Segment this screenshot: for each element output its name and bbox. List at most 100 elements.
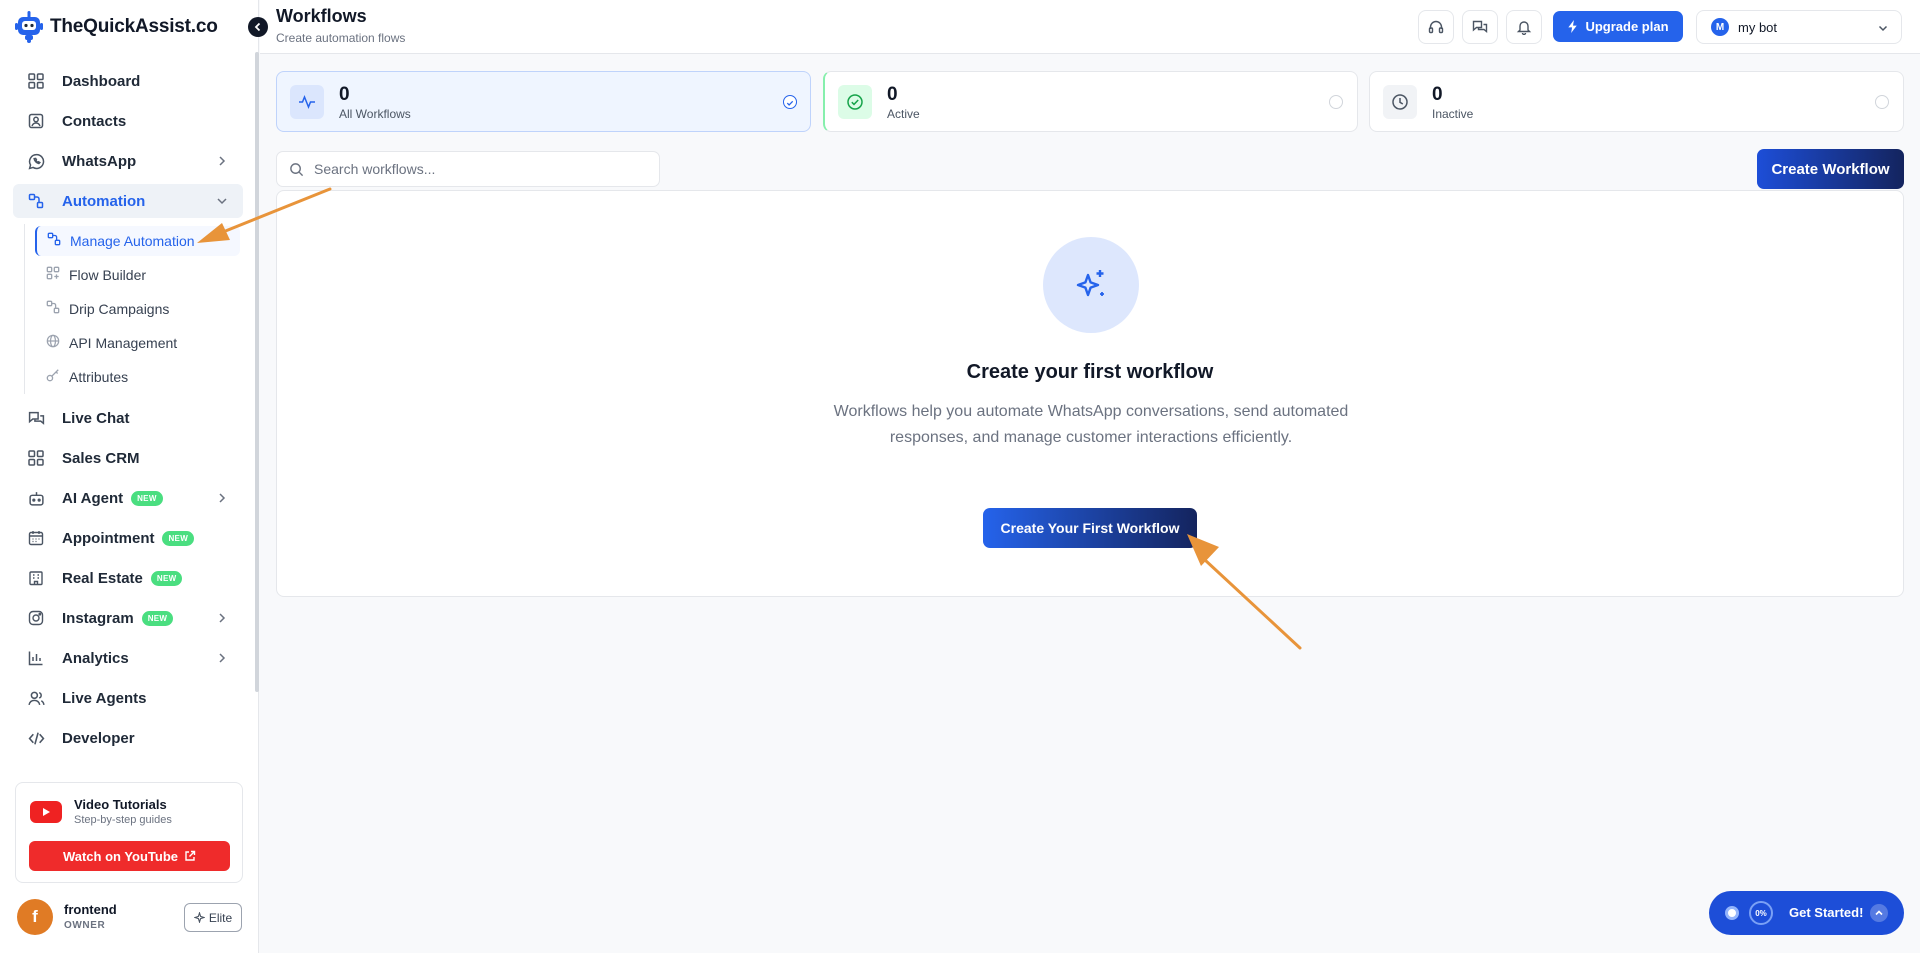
sidebar-item-automation[interactable]: Automation bbox=[13, 184, 243, 218]
subitem-drip-campaigns[interactable]: Drip Campaigns bbox=[36, 294, 241, 324]
subitem-flow-builder[interactable]: Flow Builder bbox=[36, 260, 241, 290]
upgrade-plan-button[interactable]: Upgrade plan bbox=[1553, 11, 1683, 42]
stat-label: All Workflows bbox=[339, 107, 411, 121]
stat-value: 0 bbox=[887, 84, 898, 105]
get-started-widget[interactable]: 0% Get Started! bbox=[1709, 891, 1904, 935]
sidebar-item-live-chat[interactable]: Live Chat bbox=[13, 401, 243, 435]
sidebar-item-analytics[interactable]: Analytics bbox=[13, 641, 243, 675]
calendar-icon bbox=[27, 529, 45, 547]
avatar: f bbox=[17, 899, 53, 935]
sidebar-item-ai-agent[interactable]: AI Agent NEW bbox=[13, 481, 243, 515]
sidebar: TheQuickAssist.co Dashboard Contacts Wha… bbox=[0, 0, 259, 953]
building-icon bbox=[27, 569, 45, 587]
sparkles-icon bbox=[1043, 237, 1139, 333]
sparkle-icon bbox=[193, 912, 205, 923]
search-input[interactable] bbox=[314, 161, 634, 177]
chat-icon bbox=[27, 409, 45, 427]
sidebar-item-label: Real Estate bbox=[62, 569, 143, 587]
notifications-button[interactable] bbox=[1506, 10, 1542, 44]
sidebar-item-label: Developer bbox=[62, 729, 135, 747]
sidebar-item-instagram[interactable]: Instagram NEW bbox=[13, 601, 243, 635]
sidebar-item-real-estate[interactable]: Real Estate NEW bbox=[13, 561, 243, 595]
plan-elite-button[interactable]: Elite bbox=[184, 903, 242, 932]
page-title: Workflows bbox=[276, 6, 367, 26]
empty-state-description: Workflows help you automate WhatsApp con… bbox=[833, 403, 1349, 446]
stat-selected-indicator bbox=[783, 95, 797, 109]
grid-icon bbox=[27, 72, 45, 90]
chevron-right-icon bbox=[219, 613, 226, 623]
subitem-api-management[interactable]: API Management bbox=[36, 328, 241, 358]
sidebar-item-dashboard[interactable]: Dashboard bbox=[13, 64, 243, 98]
chevron-down-icon bbox=[217, 198, 227, 205]
sidebar-item-appointment[interactable]: Appointment NEW bbox=[13, 521, 243, 555]
stat-inactive[interactable]: 0 Inactive bbox=[1369, 71, 1904, 132]
subitem-label: Manage Automation bbox=[70, 233, 195, 249]
stat-active[interactable]: 0 Active bbox=[823, 71, 1358, 132]
create-first-workflow-button[interactable]: Create Your First Workflow bbox=[983, 508, 1197, 548]
chevron-right-icon bbox=[219, 493, 226, 503]
empty-state-card: Create your first workflow Workflows hel… bbox=[276, 190, 1904, 597]
watch-youtube-button[interactable]: Watch on YouTube bbox=[29, 841, 230, 871]
sidebar-item-label: Live Chat bbox=[62, 409, 130, 427]
grid-icon bbox=[27, 449, 45, 467]
external-link-icon bbox=[185, 850, 196, 861]
stat-radio bbox=[1875, 95, 1889, 109]
collapse-sidebar-button[interactable] bbox=[248, 17, 268, 37]
upgrade-plan-label: Upgrade plan bbox=[1585, 19, 1669, 34]
top-header: Workflows Create automation flows Upgrad… bbox=[260, 0, 1920, 54]
code-icon bbox=[27, 729, 45, 747]
brand[interactable]: TheQuickAssist.co bbox=[14, 10, 218, 44]
new-badge: NEW bbox=[162, 530, 195, 546]
robot-logo-icon bbox=[15, 11, 43, 43]
sidebar-item-label: Dashboard bbox=[62, 72, 141, 90]
chevron-left-icon bbox=[254, 22, 261, 32]
messages-button[interactable] bbox=[1462, 10, 1498, 44]
sidebar-item-developer[interactable]: Developer bbox=[13, 721, 243, 755]
video-tutorials-subtitle: Step-by-step guides bbox=[74, 814, 172, 826]
users-icon bbox=[27, 689, 45, 707]
check-circle-icon bbox=[838, 85, 872, 119]
chevron-right-icon bbox=[219, 156, 226, 166]
chevron-right-icon bbox=[219, 653, 226, 663]
sidebar-item-contacts[interactable]: Contacts bbox=[13, 104, 243, 138]
subitem-label: Attributes bbox=[69, 369, 129, 385]
sidebar-item-live-agents[interactable]: Live Agents bbox=[13, 681, 243, 715]
subitem-attributes[interactable]: Attributes bbox=[36, 362, 241, 392]
create-workflow-button[interactable]: Create Workflow bbox=[1757, 149, 1904, 189]
activity-icon bbox=[290, 85, 324, 119]
progress-dot bbox=[1725, 906, 1739, 920]
new-badge: NEW bbox=[141, 610, 174, 626]
chat-icon bbox=[1472, 20, 1488, 33]
bot-selector[interactable]: M my bot bbox=[1696, 10, 1902, 44]
support-button[interactable] bbox=[1418, 10, 1454, 44]
empty-state-title: Create your first workflow bbox=[966, 361, 1214, 383]
search-box bbox=[276, 151, 660, 187]
sidebar-item-label: WhatsApp bbox=[62, 152, 137, 170]
page-subtitle: Create automation flows bbox=[276, 31, 406, 45]
stat-all-workflows[interactable]: 0 All Workflows bbox=[276, 71, 811, 132]
flow-builder-icon bbox=[46, 266, 60, 285]
clock-icon bbox=[1383, 85, 1417, 119]
stat-label: Inactive bbox=[1432, 107, 1474, 121]
watch-youtube-label: Watch on YouTube bbox=[62, 848, 179, 864]
chevron-up-icon[interactable] bbox=[1870, 904, 1888, 922]
bot-icon bbox=[27, 489, 45, 507]
subitem-manage-automation[interactable]: Manage Automation bbox=[35, 226, 240, 256]
sidebar-scrollbar[interactable] bbox=[255, 52, 259, 692]
bot-name: my bot bbox=[1738, 19, 1778, 35]
sidebar-item-whatsapp[interactable]: WhatsApp bbox=[13, 144, 243, 178]
bell-icon bbox=[1516, 21, 1532, 35]
new-badge: NEW bbox=[131, 490, 163, 506]
sidebar-item-label: Appointment bbox=[62, 529, 155, 547]
subnav-line bbox=[24, 224, 25, 394]
user-role: OWNER bbox=[64, 920, 106, 931]
stat-value: 0 bbox=[1432, 84, 1443, 105]
bar-chart-icon bbox=[27, 649, 45, 667]
contact-card-icon bbox=[27, 112, 45, 130]
sidebar-item-label: AI Agent bbox=[62, 489, 124, 507]
video-tutorials-card: Video Tutorials Step-by-step guides Watc… bbox=[15, 782, 243, 883]
user-profile[interactable]: f frontend OWNER Elite bbox=[17, 899, 243, 937]
sidebar-item-sales-crm[interactable]: Sales CRM bbox=[13, 441, 243, 475]
subitem-label: API Management bbox=[69, 335, 178, 351]
stat-label: Active bbox=[887, 107, 920, 121]
